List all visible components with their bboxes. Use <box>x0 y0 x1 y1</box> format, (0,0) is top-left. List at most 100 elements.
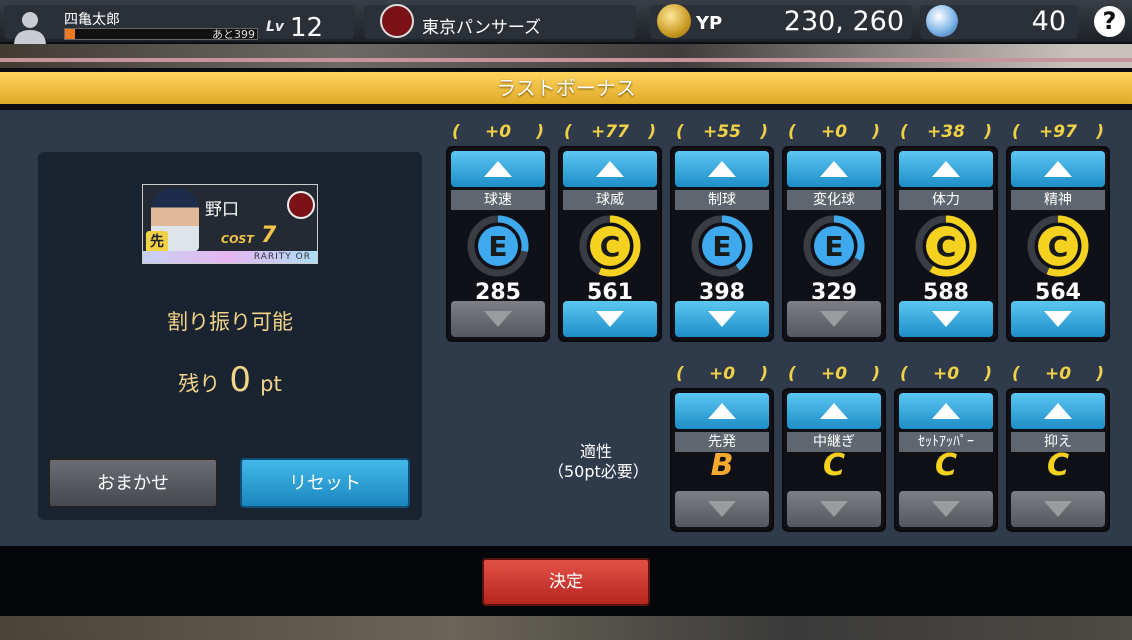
aptitude-column-1: ( +0) 中継ぎ C <box>782 360 886 532</box>
grade-letter: E <box>488 230 507 263</box>
bonus-row: (+38) <box>894 118 998 146</box>
aptitude-grade: C <box>934 448 958 483</box>
player-card[interactable]: 野口 先 COST 7 RARITY OR <box>142 184 318 264</box>
bonus-row: (+0) <box>894 360 998 388</box>
aptitude-card: 先発 B <box>670 388 774 532</box>
bracket-open: ( <box>788 364 796 384</box>
bracket-open: ( <box>900 364 908 384</box>
aptitude-card: ｾｯﾄｱｯﾊﾟｰ C <box>894 388 998 532</box>
grade-gauge: E <box>803 215 865 277</box>
arrow-up-icon <box>1044 161 1072 177</box>
bracket-open: ( <box>788 122 796 142</box>
bonus-value: +0 <box>708 364 736 384</box>
bonus-value: +0 <box>484 122 512 142</box>
arrow-down-button[interactable] <box>1011 301 1105 337</box>
bonus-row: (+0) <box>446 118 550 146</box>
arrow-down-button[interactable] <box>787 491 881 527</box>
grade-letter: C <box>936 230 957 263</box>
bonus-row: (+0) <box>1006 360 1110 388</box>
player-summary-panel: 野口 先 COST 7 RARITY OR 割り振り可能 残り 0 pt おまか… <box>38 152 422 520</box>
bracket-open: ( <box>1012 364 1020 384</box>
bracket-close: ) <box>984 122 992 142</box>
bracket-close: ) <box>872 122 880 142</box>
bonus-row: ( +0) <box>782 360 886 388</box>
arrow-down-icon <box>932 501 960 517</box>
currency-value: 230, 260 <box>783 6 904 37</box>
bracket-open: ( <box>564 122 572 142</box>
arrow-up-button[interactable] <box>1011 151 1105 187</box>
arrow-up-button[interactable] <box>451 151 545 187</box>
bracket-open: ( <box>900 122 908 142</box>
aptitude-card: 中継ぎ C <box>782 388 886 532</box>
bonus-value: +77 <box>591 122 629 142</box>
bonus-row: (+0) <box>670 360 774 388</box>
arrow-up-button[interactable] <box>675 393 769 429</box>
grade-gauge: E <box>691 215 753 277</box>
arrow-down-button[interactable] <box>787 301 881 337</box>
arrow-down-button[interactable] <box>563 301 657 337</box>
arrow-up-button[interactable] <box>1011 393 1105 429</box>
arrow-down-icon <box>1044 311 1072 327</box>
position-badge: 先 <box>146 231 168 253</box>
baseball-icon <box>926 5 958 37</box>
exp-bar: あと399 <box>64 28 258 41</box>
arrow-down-icon <box>596 311 624 327</box>
reset-button[interactable]: リセット <box>240 458 410 508</box>
bonus-value: +97 <box>1039 122 1077 142</box>
team-logo-icon <box>287 191 315 219</box>
bracket-close: ) <box>872 364 880 384</box>
arrow-up-button[interactable] <box>899 393 993 429</box>
bonus-row: ( +77) <box>558 118 662 146</box>
aptitude-card: 抑え C <box>1006 388 1110 532</box>
arrow-down-button[interactable] <box>675 301 769 337</box>
arrow-down-button[interactable] <box>899 301 993 337</box>
bracket-open: ( <box>676 122 684 142</box>
aptitude-grade: C <box>822 448 846 483</box>
aptitude-column-3: (+0) 抑え C <box>1006 360 1110 532</box>
bracket-open: ( <box>676 364 684 384</box>
arrow-down-button[interactable] <box>675 491 769 527</box>
auto-assign-button[interactable]: おまかせ <box>48 458 218 508</box>
bonus-row: (+97) <box>1006 118 1110 146</box>
arrow-up-icon <box>708 403 736 419</box>
bracket-open: ( <box>1012 122 1020 142</box>
aptitude-grade: C <box>1046 448 1070 483</box>
aptitude-column-0: (+0) 先発 B <box>670 360 774 532</box>
grade-letter: E <box>824 230 843 263</box>
stat-card: 変化球 E 329 <box>782 146 886 342</box>
stat-card: 球威 C 561 <box>558 146 662 342</box>
grade-letter: C <box>1048 230 1069 263</box>
bonus-value: +55 <box>703 122 741 142</box>
bracket-close: ) <box>648 122 656 142</box>
stat-card: 球速 E 285 <box>446 146 550 342</box>
arrow-up-icon <box>596 161 624 177</box>
bonus-value: +0 <box>1044 364 1072 384</box>
arrow-down-button[interactable] <box>451 301 545 337</box>
team-name: 東京パンサーズ <box>422 18 541 38</box>
top-status-bar: 四亀太郎 あと399 Lv 12 東京パンサーズ YP 230, 260 40 … <box>0 0 1132 46</box>
aptitude-heading: 適性 （50pt必要） <box>548 442 649 482</box>
arrow-up-button[interactable] <box>787 151 881 187</box>
stat-column-1: ( +77) 球威 C 561 <box>558 118 662 342</box>
remaining-label: 残り <box>178 372 221 396</box>
arrow-up-button[interactable] <box>787 393 881 429</box>
confirm-button[interactable]: 決定 <box>482 558 650 606</box>
arrow-up-button[interactable] <box>563 151 657 187</box>
bonus-value: +0 <box>820 364 848 384</box>
stat-label: 変化球 <box>787 190 881 210</box>
arrow-up-button[interactable] <box>675 151 769 187</box>
user-info-group[interactable]: 四亀太郎 あと399 Lv 12 <box>4 5 354 46</box>
grade-letter: C <box>600 230 621 263</box>
help-icon[interactable]: ? <box>1094 6 1125 37</box>
arrow-down-button[interactable] <box>899 491 993 527</box>
arrow-up-button[interactable] <box>899 151 993 187</box>
allocation-status: 割り振り可能 <box>167 310 293 334</box>
level-value: 12 <box>290 13 324 43</box>
arrow-up-icon <box>708 161 736 177</box>
arrow-down-button[interactable] <box>1011 491 1105 527</box>
currency-label: YP <box>696 13 723 34</box>
stat-card: 精神 C 564 <box>1006 146 1110 342</box>
level-label: Lv <box>266 19 285 35</box>
exp-remaining: あと399 <box>212 28 255 41</box>
stat-label: 制球 <box>675 190 769 210</box>
